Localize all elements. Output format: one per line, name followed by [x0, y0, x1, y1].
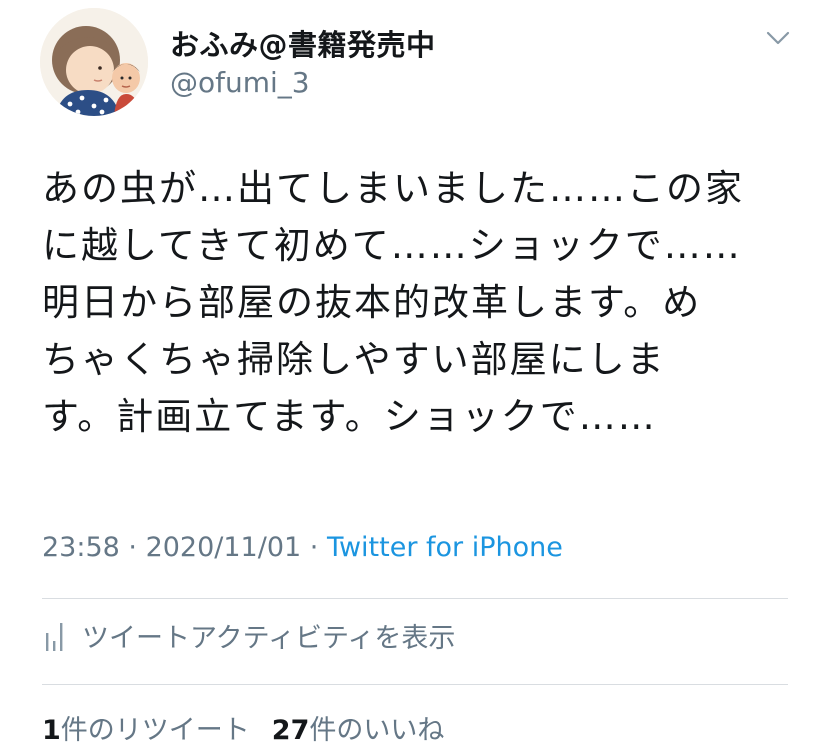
tweet-time: 23:58	[42, 532, 120, 563]
activity-label: ツイートアクティビティを表示	[82, 623, 456, 654]
avatar[interactable]	[40, 8, 148, 116]
meta-separator: ·	[301, 532, 327, 563]
engagement-counts: 1件のリツイート 27件のいいね	[42, 708, 444, 747]
divider	[42, 684, 788, 685]
retweets-count: 1	[42, 715, 61, 746]
retweets-count-link[interactable]: 1件のリツイート	[42, 715, 250, 746]
chevron-down-icon[interactable]	[766, 30, 790, 46]
tweet-text: あの虫が…出てしまいました……この家 に越してきて初めて……ショックで…… 明日…	[42, 160, 792, 445]
user-handle[interactable]: @ofumi_3	[170, 66, 310, 99]
analytics-bars-icon	[46, 622, 63, 651]
meta-separator: ·	[119, 532, 146, 563]
divider	[42, 598, 788, 599]
likes-count: 27	[271, 715, 310, 746]
tweet-detail: おふみ@書籍発売中 @ofumi_3 あの虫が…出てしまいました……この家 に越…	[0, 0, 828, 752]
avatar-illustration	[40, 8, 148, 116]
tweet-meta: 23:58 · 2020/11/01 · Twitter for iPhone	[42, 532, 563, 563]
likes-label: 件のいいね	[309, 715, 445, 746]
display-name[interactable]: おふみ@書籍発売中	[170, 22, 436, 64]
tweet-text-line: あの虫が…出てしまいました……この家	[42, 167, 744, 210]
tweet-source-link[interactable]: Twitter for iPhone	[327, 532, 563, 563]
tweet-text-line: に越してきて初めて……ショックで……	[42, 224, 742, 267]
retweets-label: 件のリツイート	[60, 715, 250, 746]
tweet-text-line: ちゃくちゃ掃除しやすい部屋にしま	[42, 338, 666, 381]
tweet-date: 2020/11/01	[145, 532, 302, 563]
tweet-text-line: す。計画立てます。ショックで……	[42, 395, 657, 438]
tweet-text-line: 明日から部屋の抜本的改革します。め	[42, 281, 702, 324]
tweet-activity-link[interactable]: ツイートアクティビティを表示	[44, 616, 455, 655]
likes-count-link[interactable]: 27件のいいね	[272, 715, 445, 746]
